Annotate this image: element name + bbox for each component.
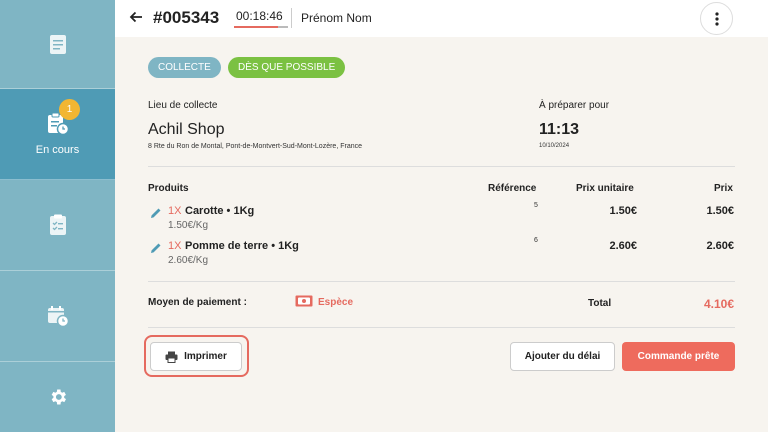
item-quantity: 1X bbox=[168, 205, 182, 217]
order-number: #005343 bbox=[153, 8, 220, 27]
table-row: 1X Carotte • 1Kg 1.50€/Kg 5 1.50€ 1.50€ bbox=[148, 202, 735, 241]
item-price: 2.60€ bbox=[706, 240, 734, 252]
shop-name: Achil Shop bbox=[148, 121, 225, 138]
gear-icon bbox=[51, 389, 66, 405]
prepare-date: 10/10/2024 bbox=[539, 143, 570, 149]
item-reference: 5 bbox=[534, 202, 538, 209]
timer-progress-bar bbox=[234, 26, 288, 28]
vertical-dots-icon bbox=[714, 11, 719, 26]
cash-icon bbox=[295, 295, 313, 307]
item-unit-price: 1.50€ bbox=[609, 205, 637, 217]
divider bbox=[148, 166, 735, 167]
col-header-price: Prix bbox=[714, 183, 733, 194]
total-value: 4.10€ bbox=[703, 297, 734, 311]
pickup-label: Lieu de collecte bbox=[148, 100, 218, 111]
checklist-icon bbox=[49, 214, 66, 235]
header-divider bbox=[291, 8, 292, 28]
customer-name: Prénom Nom bbox=[301, 11, 372, 25]
document-icon bbox=[49, 34, 66, 54]
col-header-products: Produits bbox=[148, 183, 189, 194]
prepare-time: 11:13 bbox=[539, 121, 580, 138]
more-options-button[interactable] bbox=[700, 2, 733, 35]
order-timer: 00:18:46 bbox=[236, 9, 283, 23]
sidebar-item-label: En cours bbox=[35, 144, 80, 156]
payment-method-label: Moyen de paiement : bbox=[148, 297, 247, 308]
sidebar-item-calendar[interactable] bbox=[0, 271, 115, 362]
sidebar-item-checklist[interactable] bbox=[0, 180, 115, 271]
total-label: Total bbox=[588, 298, 612, 309]
divider bbox=[148, 281, 735, 282]
back-arrow-icon[interactable] bbox=[127, 8, 145, 26]
collect-mode-tag: COLLECTE bbox=[148, 57, 221, 78]
item-price: 1.50€ bbox=[706, 205, 734, 217]
item-unit-price: 2.60€ bbox=[609, 240, 637, 252]
item-name: Carotte • 1Kg bbox=[185, 205, 255, 217]
notification-badge: 1 bbox=[59, 99, 80, 120]
item-name: Pomme de terre • 1Kg bbox=[185, 240, 299, 252]
prepare-label: À préparer pour bbox=[539, 100, 610, 111]
print-button-label: Imprimer bbox=[184, 351, 227, 362]
payment-method-value: Espèce bbox=[318, 297, 354, 308]
divider bbox=[148, 327, 735, 328]
sidebar: En cours 1 bbox=[0, 0, 115, 432]
item-quantity: 1X bbox=[168, 240, 182, 252]
timing-tag: DÈS QUE POSSIBLE bbox=[228, 57, 346, 78]
col-header-reference: Référence bbox=[488, 183, 537, 194]
col-header-unit-price: Prix unitaire bbox=[576, 183, 634, 194]
printer-icon bbox=[165, 351, 178, 363]
item-price-per-kg: 2.60€/Kg bbox=[168, 255, 209, 266]
item-price-per-kg: 1.50€/Kg bbox=[168, 220, 209, 231]
pencil-icon[interactable] bbox=[150, 207, 162, 219]
sidebar-item-settings[interactable] bbox=[0, 362, 115, 432]
sidebar-item-en-cours[interactable]: En cours bbox=[0, 89, 115, 180]
pencil-icon[interactable] bbox=[150, 242, 162, 254]
item-reference: 6 bbox=[534, 237, 538, 244]
add-delay-button[interactable]: Ajouter du délai bbox=[510, 342, 615, 371]
shop-address: 8 Rte du Ron de Montal, Pont-de-Montvert… bbox=[148, 143, 362, 150]
print-button[interactable]: Imprimer bbox=[150, 342, 242, 371]
table-row: 1X Pomme de terre • 1Kg 2.60€/Kg 6 2.60€… bbox=[148, 237, 735, 276]
calendar-clock-icon bbox=[47, 306, 69, 328]
sidebar-item-orders[interactable] bbox=[0, 0, 115, 89]
order-ready-button[interactable]: Commande prête bbox=[622, 342, 735, 371]
order-header: #005343 00:18:46 Prénom Nom bbox=[115, 0, 768, 37]
